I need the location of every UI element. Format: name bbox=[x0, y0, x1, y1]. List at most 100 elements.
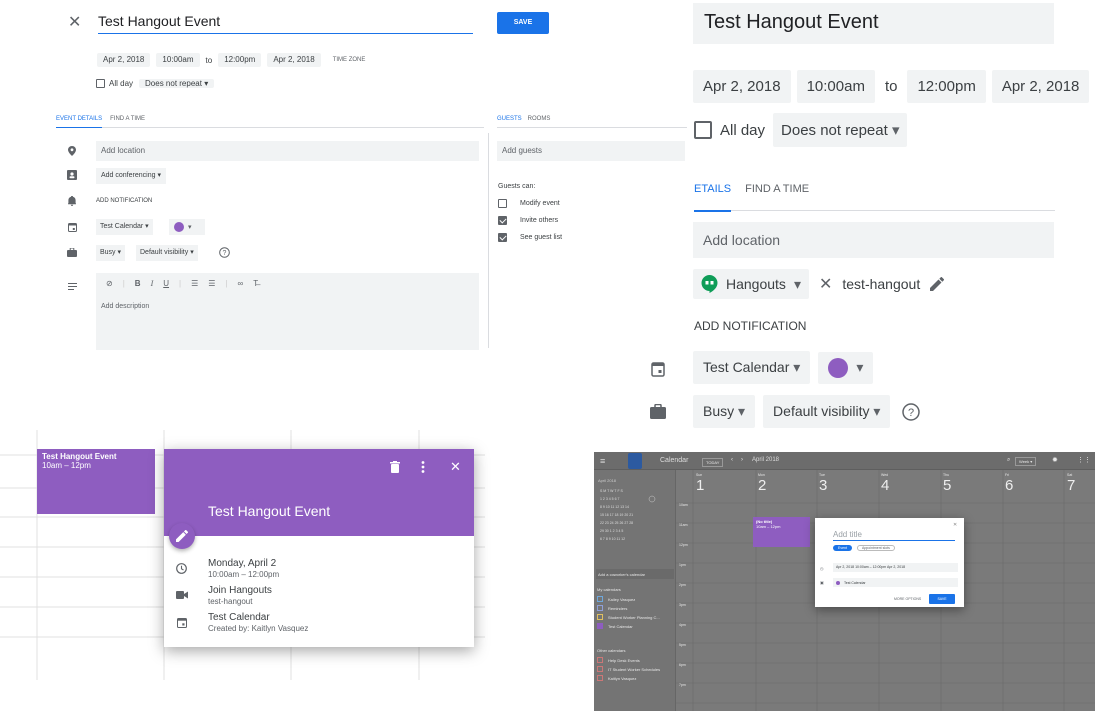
tab-find-a-time[interactable]: FIND A TIME bbox=[745, 183, 809, 195]
start-date[interactable]: Apr 2, 2018 bbox=[693, 70, 791, 103]
close-icon[interactable]: ✕ bbox=[953, 522, 957, 528]
checkbox[interactable] bbox=[597, 614, 603, 620]
dialog-datetime[interactable]: Apr 2, 2018 10:00am – 12:00pm Apr 2, 201… bbox=[833, 563, 958, 572]
menu-icon[interactable]: ≡ bbox=[600, 456, 605, 466]
tab-appointment-slots[interactable]: Appointment slots bbox=[857, 545, 895, 551]
prev-icon[interactable]: ‹ bbox=[731, 457, 733, 463]
title-input[interactable]: Add title bbox=[833, 530, 955, 541]
close-icon[interactable]: ✕ bbox=[819, 274, 832, 294]
checkbox[interactable] bbox=[597, 623, 603, 629]
calendar-item[interactable]: Kailey Vasquez bbox=[597, 596, 660, 602]
day-header-sun[interactable]: Sun 1 bbox=[696, 473, 756, 494]
conferencing-dropdown[interactable]: Add conferencing ▾ bbox=[96, 168, 166, 184]
search-icon[interactable]: ⌕ bbox=[1007, 457, 1010, 464]
calendar-item[interactable]: Student Worker Planning C... bbox=[597, 614, 660, 620]
mini-calendar[interactable]: S M T W T F S 1 2 3 4 5 6 7 8 9 10 11 12… bbox=[598, 487, 672, 553]
pencil-icon[interactable] bbox=[930, 277, 945, 291]
checkbox[interactable] bbox=[597, 596, 603, 602]
hangout-row[interactable]: Join Hangouts test-hangout bbox=[208, 585, 272, 606]
tab-find-a-time[interactable]: FIND A TIME bbox=[110, 116, 145, 122]
add-coworker-input[interactable]: Add a coworker's calendar bbox=[596, 569, 674, 579]
event-title-input[interactable]: Test Hangout Event bbox=[693, 3, 1054, 44]
busy-dropdown[interactable]: Busy ▾ bbox=[96, 245, 126, 261]
day-header-thu[interactable]: Thu 5 bbox=[943, 473, 1003, 494]
allday-checkbox[interactable] bbox=[96, 79, 105, 88]
checkbox[interactable] bbox=[498, 199, 507, 208]
numbered-list-icon[interactable]: ☰ bbox=[191, 279, 198, 288]
view-dropdown[interactable]: Week ▾ bbox=[1015, 457, 1037, 466]
add-notification-link[interactable]: ADD NOTIFICATION bbox=[694, 319, 806, 333]
add-guests-input[interactable]: Add guests bbox=[497, 141, 685, 161]
event-title-input[interactable]: Test Hangout Event bbox=[98, 10, 473, 34]
busy-dropdown[interactable]: Busy ▾ bbox=[693, 395, 756, 428]
calendar-item[interactable]: Kaitlyn Vasquez bbox=[597, 675, 660, 681]
help-icon[interactable]: ? bbox=[902, 402, 921, 421]
end-time[interactable]: 12:00pm bbox=[907, 70, 986, 103]
underline-icon[interactable]: U bbox=[163, 279, 169, 288]
day-header-sat[interactable]: Sat 7 bbox=[1067, 473, 1093, 494]
attachment-icon[interactable]: ⊘ bbox=[106, 279, 113, 288]
tab-event-details[interactable]: EVENT DETAILS bbox=[56, 116, 103, 128]
calendar-dropdown[interactable]: Test Calendar ▾ bbox=[693, 351, 811, 384]
repeat-dropdown[interactable]: Does not repeat ▾ bbox=[773, 113, 908, 147]
calendar-item[interactable]: Help Desk Events bbox=[597, 657, 660, 663]
next-icon[interactable]: › bbox=[741, 457, 743, 463]
visibility-dropdown[interactable]: Default visibility ▾ bbox=[763, 395, 891, 428]
trash-icon[interactable] bbox=[390, 461, 400, 473]
apps-icon[interactable]: ⋮⋮ bbox=[1077, 456, 1091, 464]
gear-icon[interactable]: ✹ bbox=[1052, 456, 1058, 464]
guest-perm-invite[interactable]: Invite others bbox=[498, 216, 558, 225]
allday-checkbox[interactable] bbox=[694, 121, 712, 139]
visibility-dropdown[interactable]: Default visibility ▾ bbox=[136, 245, 198, 261]
edit-button[interactable] bbox=[169, 523, 195, 549]
day-header-mon[interactable]: Mon 2 bbox=[758, 473, 818, 494]
more-options-button[interactable]: MORE OPTIONS bbox=[894, 597, 921, 601]
more-vert-icon[interactable] bbox=[421, 461, 425, 473]
color-dropdown[interactable]: ▾ bbox=[169, 219, 205, 235]
calendar-item[interactable]: Test Calendar bbox=[597, 623, 660, 629]
end-time[interactable]: 12:00pm bbox=[218, 53, 262, 67]
dialog-save-button[interactable]: SAVE bbox=[929, 594, 955, 604]
add-notification-link[interactable]: ADD NOTIFICATION bbox=[96, 198, 152, 204]
day-header-tue[interactable]: Tue 3 bbox=[819, 473, 879, 494]
checkbox[interactable] bbox=[597, 675, 603, 681]
guest-perm-see-list[interactable]: See guest list bbox=[498, 233, 562, 242]
day-header-fri[interactable]: Fri 6 bbox=[1005, 473, 1065, 494]
day-header-wed[interactable]: Wed 4 bbox=[881, 473, 941, 494]
hangouts-dropdown[interactable]: Hangouts ▾ bbox=[693, 269, 809, 299]
tab-rooms[interactable]: ROOMS bbox=[528, 116, 551, 122]
calendar-item[interactable]: Reminders bbox=[597, 605, 660, 611]
calendar-event-block[interactable]: (No title) 10am – 12pm bbox=[753, 517, 810, 547]
join-hangouts-link[interactable]: Join Hangouts bbox=[208, 585, 272, 596]
start-date[interactable]: Apr 2, 2018 bbox=[97, 53, 151, 67]
calendar-event-block[interactable]: Test Hangout Event 10am – 12pm bbox=[37, 449, 155, 514]
checkbox[interactable] bbox=[498, 216, 507, 225]
checkbox[interactable] bbox=[498, 233, 507, 242]
checkbox[interactable] bbox=[597, 605, 603, 611]
dialog-calendar-dropdown[interactable]: Test Calendar bbox=[833, 578, 958, 587]
timezone-button[interactable]: TIME ZONE bbox=[333, 57, 366, 63]
today-button[interactable]: TODAY bbox=[702, 458, 724, 467]
location-input[interactable]: Add location bbox=[96, 141, 479, 161]
checkbox[interactable] bbox=[597, 657, 603, 663]
bullet-list-icon[interactable]: ☰ bbox=[208, 279, 215, 288]
clear-format-icon[interactable]: T̶ bbox=[253, 279, 258, 288]
start-time[interactable]: 10:00am bbox=[796, 70, 875, 103]
guest-perm-modify[interactable]: Modify event bbox=[498, 199, 560, 208]
color-dropdown[interactable]: ▾ bbox=[818, 351, 874, 384]
end-date[interactable]: Apr 2, 2018 bbox=[991, 70, 1090, 103]
bold-icon[interactable]: B bbox=[135, 279, 141, 288]
close-icon[interactable]: ✕ bbox=[68, 12, 81, 32]
checkbox[interactable] bbox=[597, 666, 603, 672]
location-input[interactable]: Add location bbox=[693, 222, 1054, 258]
calendar-item[interactable]: IT Student Worker Schedules bbox=[597, 666, 660, 672]
save-button[interactable]: SAVE bbox=[497, 12, 549, 34]
link-icon[interactable]: ∞ bbox=[238, 279, 244, 288]
tab-event-details[interactable]: ETAILS bbox=[694, 183, 732, 212]
tab-guests[interactable]: GUESTS bbox=[497, 116, 522, 122]
repeat-dropdown[interactable]: Does not repeat ▾ bbox=[139, 79, 215, 88]
italic-icon[interactable]: I bbox=[151, 279, 154, 288]
tab-event[interactable]: Event bbox=[833, 545, 852, 551]
calendar-dropdown[interactable]: Test Calendar ▾ bbox=[96, 219, 153, 235]
start-time[interactable]: 10:00am bbox=[156, 53, 200, 67]
